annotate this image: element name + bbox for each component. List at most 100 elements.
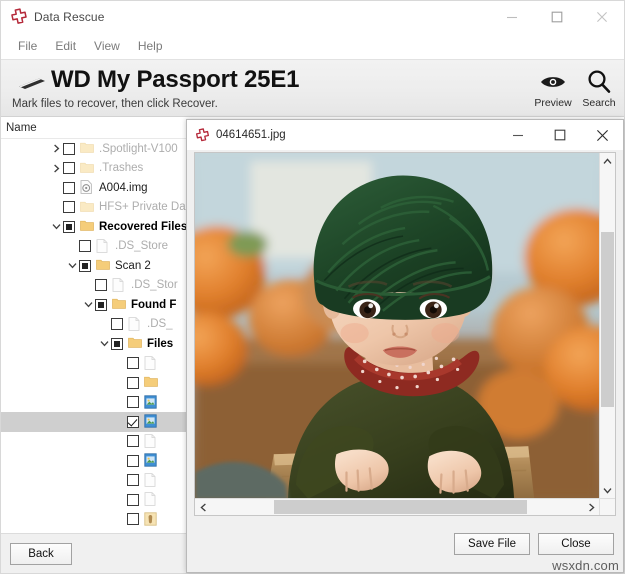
row-checkbox[interactable] [63,142,75,155]
dialog-titlebar: 04614651.jpg [187,120,623,150]
dialog-maximize-button[interactable] [539,120,581,150]
tree-row-label: Recovered Files [99,220,188,233]
row-checkbox[interactable] [127,415,139,428]
eye-icon [530,68,576,96]
image-vertical-scrollbar[interactable] [599,153,615,498]
menu-item-view[interactable]: View [85,36,129,56]
chevron-down-icon[interactable] [65,256,79,275]
close-dialog-button[interactable]: Close [538,533,614,555]
chevron-down-icon[interactable] [600,482,615,498]
main-titlebar: Data Rescue [1,1,624,33]
menu-bar: File Edit View Help [1,33,624,59]
chevron-left-icon[interactable] [195,499,211,515]
row-checkbox[interactable] [127,513,139,526]
tree-row-label: .Spotlight-V100 [99,142,178,155]
preview-action-label: Preview [534,97,572,109]
folder-icon [80,219,94,234]
file-dim-icon [144,433,158,449]
tree-row-label: A004.img [99,181,148,194]
file-dim-icon [144,472,158,488]
tree-row-label: .DS_Stor [131,279,178,292]
search-action-label: Search [582,97,616,109]
file-dim-icon [144,355,158,371]
dialog-window-controls [497,120,623,150]
image-viewport[interactable] [195,153,599,498]
page-title: WD My Passport 25E1 [51,66,300,93]
tree-row-label: Found F [131,298,177,311]
row-checkbox[interactable] [127,454,139,467]
row-checkbox[interactable] [111,337,123,350]
file-dim-icon [96,238,110,254]
image-vscroll-track[interactable] [600,169,615,482]
chevron-right-icon[interactable] [583,499,599,515]
row-checkbox[interactable] [127,474,139,487]
row-checkbox[interactable] [95,279,107,292]
tree-row-label: .DS_ [147,318,173,331]
chevron-down-icon[interactable] [97,334,111,353]
folder-icon [128,336,142,351]
file-dim-icon [128,316,142,332]
tree-row-label: .Trashes [99,162,144,175]
minimize-button[interactable] [489,1,534,33]
folder-icon [96,258,110,273]
row-checkbox[interactable] [63,181,75,194]
row-checkbox[interactable] [127,357,139,370]
watermark-text: wsxdn.com [552,558,619,573]
maximize-button[interactable] [534,1,579,33]
hard-drive-icon [19,78,45,89]
scrollbar-corner [599,499,615,515]
image-hscroll-thumb[interactable] [274,500,528,514]
chevron-down-icon[interactable] [49,217,63,236]
menu-item-help[interactable]: Help [129,36,172,56]
image-file-icon [144,395,158,410]
back-button[interactable]: Back [10,542,72,565]
row-checkbox[interactable] [63,201,75,214]
row-checkbox[interactable] [79,259,91,272]
dialog-body [187,150,623,522]
close-button[interactable] [579,1,624,33]
header-subtitle: Mark files to recover, then click Recove… [12,98,218,110]
image-file-icon [144,414,158,429]
row-checkbox[interactable] [127,493,139,506]
search-action-button[interactable]: Search [576,68,622,109]
chevron-up-icon[interactable] [600,153,615,169]
row-checkbox[interactable] [111,318,123,331]
device-header: WD My Passport 25E1 Mark files to recove… [1,59,624,117]
row-checkbox[interactable] [127,396,139,409]
folder-dim-icon [80,200,94,215]
row-checkbox[interactable] [63,162,75,175]
image-preview-dialog: 04614651.jpg Save File Close [186,119,624,573]
app-title: Data Rescue [34,10,105,24]
data-rescue-cross-icon [11,8,27,24]
image-file-icon [144,453,158,468]
chevron-right-icon[interactable] [49,139,63,158]
chevron-down-icon[interactable] [81,295,95,314]
row-checkbox[interactable] [95,298,107,311]
image-vscroll-thumb[interactable] [601,231,614,407]
image-horizontal-scrollbar[interactable] [195,498,615,515]
tree-row-label: Files [147,337,174,350]
tree-row-label: HFS+ Private Da [99,201,186,214]
row-checkbox[interactable] [63,220,75,233]
magnifier-icon [576,68,622,96]
dialog-minimize-button[interactable] [497,120,539,150]
tree-row-label: Scan 2 [115,259,151,272]
app-file-icon [144,512,158,527]
row-checkbox[interactable] [127,435,139,448]
column-header-name: Name [6,121,37,134]
chevron-right-icon[interactable] [49,159,63,178]
menu-item-file[interactable]: File [9,36,46,56]
disk-image-icon [80,180,94,195]
menu-item-edit[interactable]: Edit [46,36,85,56]
save-file-button[interactable]: Save File [454,533,530,555]
data-rescue-cross-icon [195,127,210,141]
folder-icon [112,297,126,312]
row-checkbox[interactable] [127,376,139,389]
dialog-close-button[interactable] [581,120,623,150]
preview-action-button[interactable]: Preview [530,68,576,109]
row-checkbox[interactable] [79,240,91,253]
folder-icon [144,375,158,390]
file-dim-icon [112,277,126,293]
image-hscroll-track[interactable] [211,499,583,515]
file-dim-icon [144,492,158,507]
